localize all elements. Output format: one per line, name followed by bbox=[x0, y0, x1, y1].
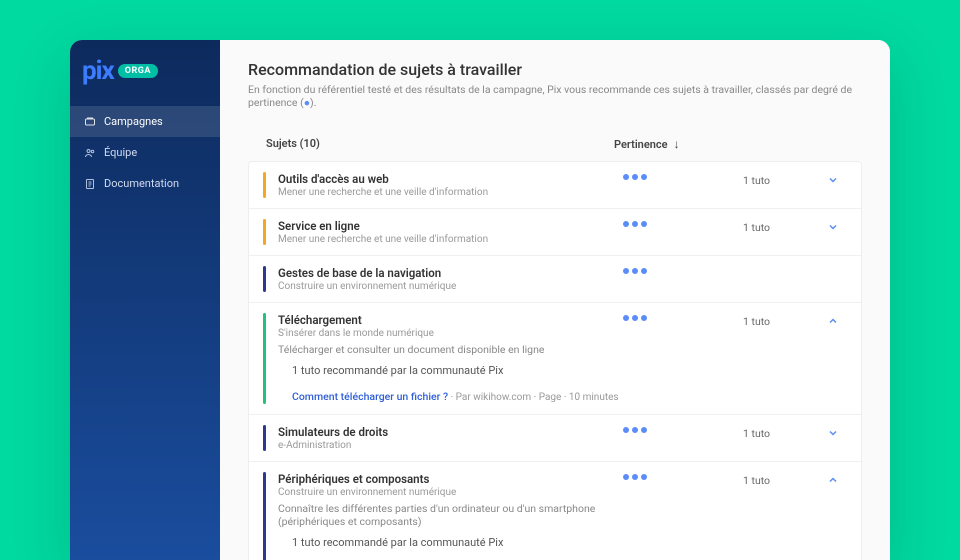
row-category: Construire un environnement numérique bbox=[278, 487, 623, 498]
sidebar-item-label: Campagnes bbox=[104, 115, 163, 128]
row-main: Outils d'accès au webMener une recherche… bbox=[278, 172, 623, 198]
row-color-bar bbox=[263, 219, 266, 245]
row-category: Construire un environnement numérique bbox=[278, 281, 623, 292]
table-header: Sujets (10) Pertinence ↓ bbox=[248, 127, 862, 161]
col-tuto bbox=[734, 137, 814, 151]
table-row[interactable]: Simulateurs de droitse-Administration 1 t… bbox=[249, 414, 861, 461]
sidebar: pix ORGA Campagnes Équipe Documentation bbox=[70, 40, 220, 560]
row-main: Simulateurs de droitse-Administration bbox=[278, 425, 623, 451]
pertinence-dot-icon bbox=[641, 268, 647, 274]
reco-link[interactable]: Comment télécharger un fichier ? bbox=[292, 390, 448, 403]
pertinence-dot-icon bbox=[632, 221, 638, 227]
row-main: Gestes de base de la navigationConstruir… bbox=[278, 266, 623, 292]
pertinence-dot-icon bbox=[641, 474, 647, 480]
pertinence-dot-icon bbox=[632, 474, 638, 480]
row-pertinence bbox=[623, 266, 743, 274]
table-row[interactable]: Outils d'accès au webMener une recherche… bbox=[249, 162, 861, 208]
row-tuto-count: 1 tuto bbox=[743, 472, 823, 487]
table-row[interactable]: TéléchargementS'insérer dans le monde nu… bbox=[249, 302, 861, 414]
pertinence-dot-icon bbox=[641, 221, 647, 227]
doc-icon bbox=[84, 178, 96, 190]
logo: pix ORGA bbox=[70, 40, 220, 106]
col-expand bbox=[814, 137, 844, 151]
row-expanded: 1 tuto recommandé par la communauté Pix C… bbox=[278, 364, 623, 404]
row-tuto-count bbox=[743, 266, 823, 268]
row-color-bar bbox=[263, 313, 266, 404]
pertinence-dot-icon bbox=[632, 174, 638, 180]
row-main: Service en ligneMener une recherche et u… bbox=[278, 219, 623, 245]
row-main: Périphériques et composantsConstruire un… bbox=[278, 472, 623, 560]
row-expanded: 1 tuto recommandé par la communauté PixD… bbox=[278, 536, 623, 560]
main-content: Recommandation de sujets à travailler En… bbox=[220, 40, 890, 560]
row-description: Connaître les différentes parties d'un o… bbox=[278, 502, 623, 528]
chevron-up-icon[interactable] bbox=[823, 472, 843, 486]
col-subjects: Sujets (10) bbox=[266, 137, 614, 151]
pertinence-dot-icon bbox=[641, 315, 647, 321]
reco-meta: · Par wikihow.com · Page · 10 minutes bbox=[448, 392, 619, 403]
app-window: pix ORGA Campagnes Équipe Documentation … bbox=[70, 40, 890, 560]
sidebar-item-label: Équipe bbox=[104, 146, 137, 159]
row-main: TéléchargementS'insérer dans le monde nu… bbox=[278, 313, 623, 404]
pertinence-dot-icon bbox=[632, 427, 638, 433]
row-pertinence bbox=[623, 313, 743, 321]
logo-pix: pix bbox=[82, 56, 114, 86]
users-icon bbox=[84, 147, 96, 159]
row-title: Gestes de base de la navigation bbox=[278, 266, 623, 280]
reco-line: Comment télécharger un fichier ? · Par w… bbox=[292, 385, 623, 404]
table-body: Outils d'accès au webMener une recherche… bbox=[248, 161, 862, 560]
pertinence-dot-icon bbox=[641, 427, 647, 433]
chevron-down-icon[interactable] bbox=[823, 425, 843, 439]
pertinence-dot-icon bbox=[623, 427, 629, 433]
table-row[interactable]: Gestes de base de la navigationConstruir… bbox=[249, 255, 861, 302]
row-color-bar bbox=[263, 472, 266, 560]
row-title: Périphériques et composants bbox=[278, 472, 623, 486]
page-subtitle: En fonction du référentiel testé et des … bbox=[248, 83, 862, 109]
chevron-down-icon[interactable] bbox=[823, 219, 843, 233]
chevron-down-icon[interactable] bbox=[823, 172, 843, 186]
pertinence-dot-icon bbox=[623, 174, 629, 180]
row-color-bar bbox=[263, 266, 266, 292]
row-tuto-count: 1 tuto bbox=[743, 425, 823, 440]
page-title: Recommandation de sujets à travailler bbox=[248, 60, 862, 79]
row-pertinence bbox=[623, 172, 743, 180]
table-row[interactable]: Service en ligneMener une recherche et u… bbox=[249, 208, 861, 255]
sidebar-item-label: Documentation bbox=[104, 177, 179, 190]
campaign-icon bbox=[84, 116, 96, 128]
row-tuto-count: 1 tuto bbox=[743, 172, 823, 187]
pertinence-dot-icon bbox=[623, 315, 629, 321]
pertinence-dot-icon bbox=[623, 474, 629, 480]
row-category: S'insérer dans le monde numérique bbox=[278, 328, 623, 339]
pertinence-dot-icon bbox=[632, 268, 638, 274]
row-color-bar bbox=[263, 425, 266, 451]
row-category: e-Administration bbox=[278, 440, 623, 451]
row-tuto-count: 1 tuto bbox=[743, 313, 823, 328]
row-pertinence bbox=[623, 219, 743, 227]
sidebar-item-documentation[interactable]: Documentation bbox=[70, 168, 220, 199]
row-description: Télécharger et consulter un document dis… bbox=[278, 343, 623, 356]
pertinence-dot-icon bbox=[623, 268, 629, 274]
row-title: Téléchargement bbox=[278, 313, 623, 327]
pertinence-dot-icon bbox=[623, 221, 629, 227]
row-title: Service en ligne bbox=[278, 219, 623, 233]
row-pertinence bbox=[623, 472, 743, 480]
row-category: Mener une recherche et une veille d'info… bbox=[278, 187, 623, 198]
pertinence-dot-icon bbox=[641, 174, 647, 180]
reco-title: 1 tuto recommandé par la communauté Pix bbox=[292, 536, 623, 549]
chevron-down-icon[interactable] bbox=[823, 266, 843, 268]
sort-arrow-down-icon: ↓ bbox=[674, 137, 680, 151]
row-category: Mener une recherche et une veille d'info… bbox=[278, 234, 623, 245]
reco-title: 1 tuto recommandé par la communauté Pix bbox=[292, 364, 623, 377]
row-color-bar bbox=[263, 172, 266, 198]
chevron-up-icon[interactable] bbox=[823, 313, 843, 327]
row-title: Outils d'accès au web bbox=[278, 172, 623, 186]
pertinence-dot-icon bbox=[632, 315, 638, 321]
col-pertinence[interactable]: Pertinence ↓ bbox=[614, 137, 734, 151]
row-tuto-count: 1 tuto bbox=[743, 219, 823, 234]
logo-orga-badge: ORGA bbox=[118, 64, 158, 78]
row-title: Simulateurs de droits bbox=[278, 425, 623, 439]
row-pertinence bbox=[623, 425, 743, 433]
sidebar-item-equipe[interactable]: Équipe bbox=[70, 137, 220, 168]
sidebar-item-campagnes[interactable]: Campagnes bbox=[70, 106, 220, 137]
table-row[interactable]: Périphériques et composantsConstruire un… bbox=[249, 461, 861, 560]
